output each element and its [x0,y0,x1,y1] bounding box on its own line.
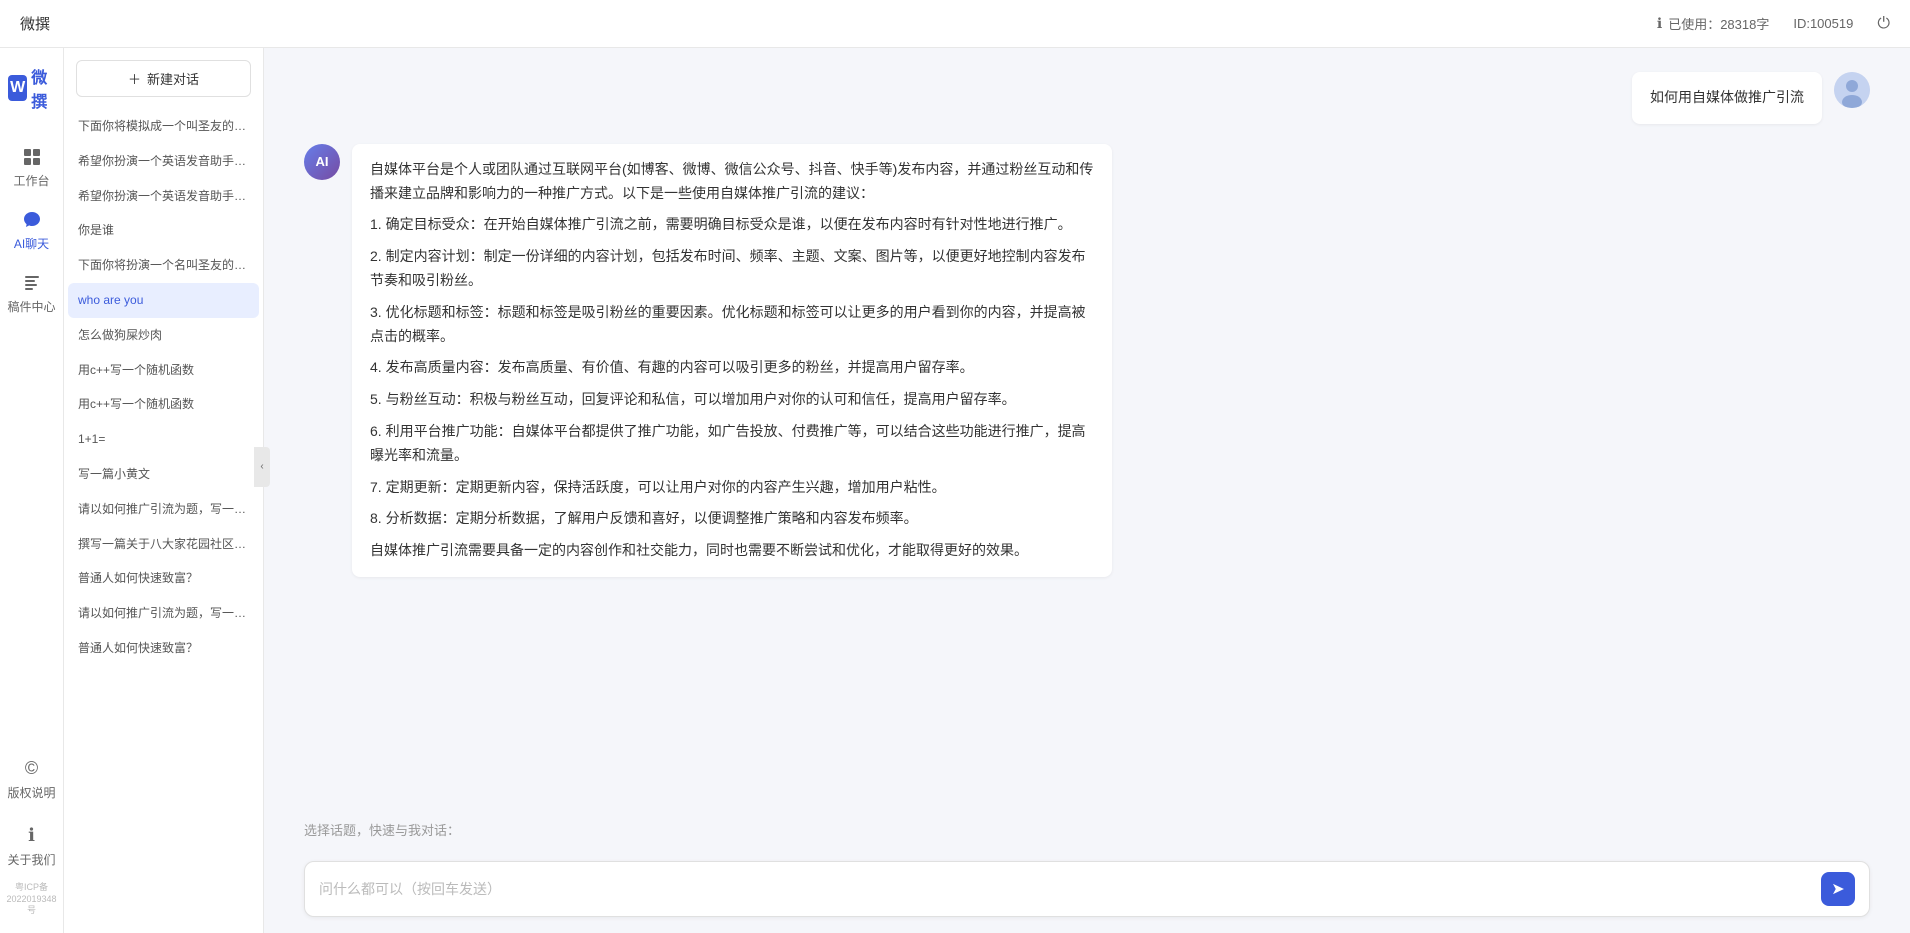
chat-area: 如何用自媒体做推广引流 AI 自媒体平台是个人或团队通过互联网平台(如博客、微博… [264,48,1910,933]
copyright-icon: © [21,758,43,780]
messages-container: 如何用自媒体做推广引流 AI 自媒体平台是个人或团队通过互联网平台(如博客、微博… [264,48,1910,810]
ai-paragraph: 6. 利用平台推广功能：自媒体平台都提供了推广功能，如广告投放、付费推广等，可以… [370,420,1094,468]
user-message-text: 如何用自媒体做推广引流 [1650,89,1804,105]
history-list-item[interactable]: 用c++写一个随机函数 [68,387,259,422]
history-list-item[interactable]: who are you [68,283,259,318]
sidebar-item-copyright[interactable]: © 版权说明 [0,748,63,811]
components-label: 稿件中心 [7,298,55,315]
send-button[interactable]: ➤ [1821,872,1855,906]
history-list-item[interactable]: 请以如何推广引流为题，写一篇大纲 [68,492,259,527]
logo-text: 微撰 [31,64,55,112]
history-list-item[interactable]: 普通人如何快速致富？ [68,631,259,666]
icp-text: 粤ICP备2022019348号 [0,882,63,917]
ai-paragraph: 3. 优化标题和标签：标题和标签是吸引粉丝的重要因素。优化标题和标签可以让更多的… [370,301,1094,349]
history-list-item[interactable]: 用c++写一个随机函数 [68,353,259,388]
history-list-item[interactable]: 请以如何推广引流为题，写一篇大纲 [68,596,259,631]
ai-message-row: AI 自媒体平台是个人或团队通过互联网平台(如博客、微博、微信公众号、抖音、快手… [304,144,1870,577]
topbar: 微撰 ℹ 已使用：28318字 ID:100519 ⏻ [0,0,1910,48]
send-icon: ➤ [1831,879,1844,899]
ai-paragraph: 自媒体平台是个人或团队通过互联网平台(如博客、微博、微信公众号、抖音、快手等)发… [370,158,1094,206]
sidebar-item-about[interactable]: ℹ 关于我们 [0,815,63,878]
ai-avatar: AI [304,144,340,180]
new-chat-button[interactable]: ＋ 新建对话 [76,60,251,97]
history-list-item[interactable]: 撰写一篇关于八大家花园社区一刻钟便民生... [68,527,259,562]
ai-avatar-text: AI [316,154,329,169]
history-list: 下面你将模拟成一个叫圣友的程序员，我说...希望你扮演一个英语发音助手，我提供给… [64,109,263,933]
history-list-item[interactable]: 希望你扮演一个英语发音助手，我提供给你... [68,179,259,214]
copyright-label: 版权说明 [7,784,55,801]
sidebar-bottom: © 版权说明 ℹ 关于我们 粤ICP备2022019348号 [0,748,63,917]
ai-paragraph: 5. 与粉丝互动：积极与粉丝互动，回复评论和私信，可以增加用户对你的认可和信任，… [370,388,1094,412]
sidebar-item-ai-chat[interactable]: AI聊天 [0,199,63,262]
workbench-label: 工作台 [13,172,49,189]
ai-chat-label: AI聊天 [14,235,49,252]
history-list-item[interactable]: 怎么做狗屎炒肉 [68,318,259,353]
quick-topics: 选择话题，快速与我对话： [264,810,1910,849]
main-layout: W 微撰 工作台 AI聊天 [0,48,1910,933]
new-chat-label: 新建对话 [147,69,199,88]
history-sidebar: ＋ 新建对话 下面你将模拟成一个叫圣友的程序员，我说...希望你扮演一个英语发音… [64,48,264,933]
ai-message-bubble: 自媒体平台是个人或团队通过互联网平台(如博客、微博、微信公众号、抖音、快手等)发… [352,144,1112,577]
ai-paragraph: 2. 制定内容计划：制定一份详细的内容计划，包括发布时间、频率、主题、文案、图片… [370,245,1094,293]
user-message-bubble: 如何用自媒体做推广引流 [1632,72,1822,124]
input-area: ➤ [264,849,1910,933]
history-list-item[interactable]: 你是谁 [68,213,259,248]
chat-input[interactable] [319,875,1811,903]
usage-text: 已使用：28318字 [1668,14,1769,33]
logo-w-icon: W [8,75,27,101]
ai-paragraph: 4. 发布高质量内容：发布高质量、有价值、有趣的内容可以吸引更多的粉丝，并提高用… [370,356,1094,380]
user-avatar [1834,72,1870,108]
history-list-item[interactable]: 下面你将模拟成一个叫圣友的程序员，我说... [68,109,259,144]
workbench-icon [21,146,43,168]
history-list-item[interactable]: 下面你将扮演一个名叫圣友的医生 [68,248,259,283]
sidebar-item-workbench[interactable]: 工作台 [0,136,63,199]
about-label: 关于我们 [7,851,55,868]
about-icon: ℹ [21,825,43,847]
power-icon[interactable]: ⏻ [1877,15,1890,33]
logo-area: W 微撰 [0,64,63,112]
ai-paragraph: 7. 定期更新：定期更新内容，保持活跃度，可以让用户对你的内容产生兴趣，增加用户… [370,476,1094,500]
history-list-item[interactable]: 普通人如何快速致富？ [68,561,259,596]
user-id: ID:100519 [1793,16,1853,31]
ai-paragraph: 自媒体推广引流需要具备一定的内容创作和社交能力，同时也需要不断尝试和优化，才能取… [370,539,1094,563]
user-message-row: 如何用自媒体做推广引流 [304,72,1870,124]
history-list-item[interactable]: 1+1= [68,422,259,457]
usage-icon: ℹ [1657,15,1662,32]
ai-paragraph: 8. 分析数据：定期分析数据，了解用户反馈和喜好，以便调整推广策略和内容发布频率… [370,507,1094,531]
topbar-right: ℹ 已使用：28318字 ID:100519 ⏻ [1657,14,1890,33]
topbar-title: 微撰 [20,13,50,34]
sidebar-icons: W 微撰 工作台 AI聊天 [0,48,64,933]
quick-topics-label: 选择话题，快速与我对话： [304,823,460,838]
history-list-item[interactable]: 写一篇小黄文 [68,457,259,492]
sidebar-item-components[interactable]: 稿件中心 [0,262,63,325]
input-wrapper: ➤ [304,861,1870,917]
components-icon [21,272,43,294]
ai-paragraph: 1. 确定目标受众：在开始自媒体推广引流之前，需要明确目标受众是谁，以便在发布内… [370,213,1094,237]
ai-chat-icon [21,209,43,231]
history-list-item[interactable]: 希望你扮演一个英语发音助手，我提供给你... [68,144,259,179]
usage-info: ℹ 已使用：28318字 [1657,14,1769,33]
collapse-sidebar-button[interactable]: ‹ [254,447,270,487]
new-chat-plus-icon: ＋ [128,69,141,88]
